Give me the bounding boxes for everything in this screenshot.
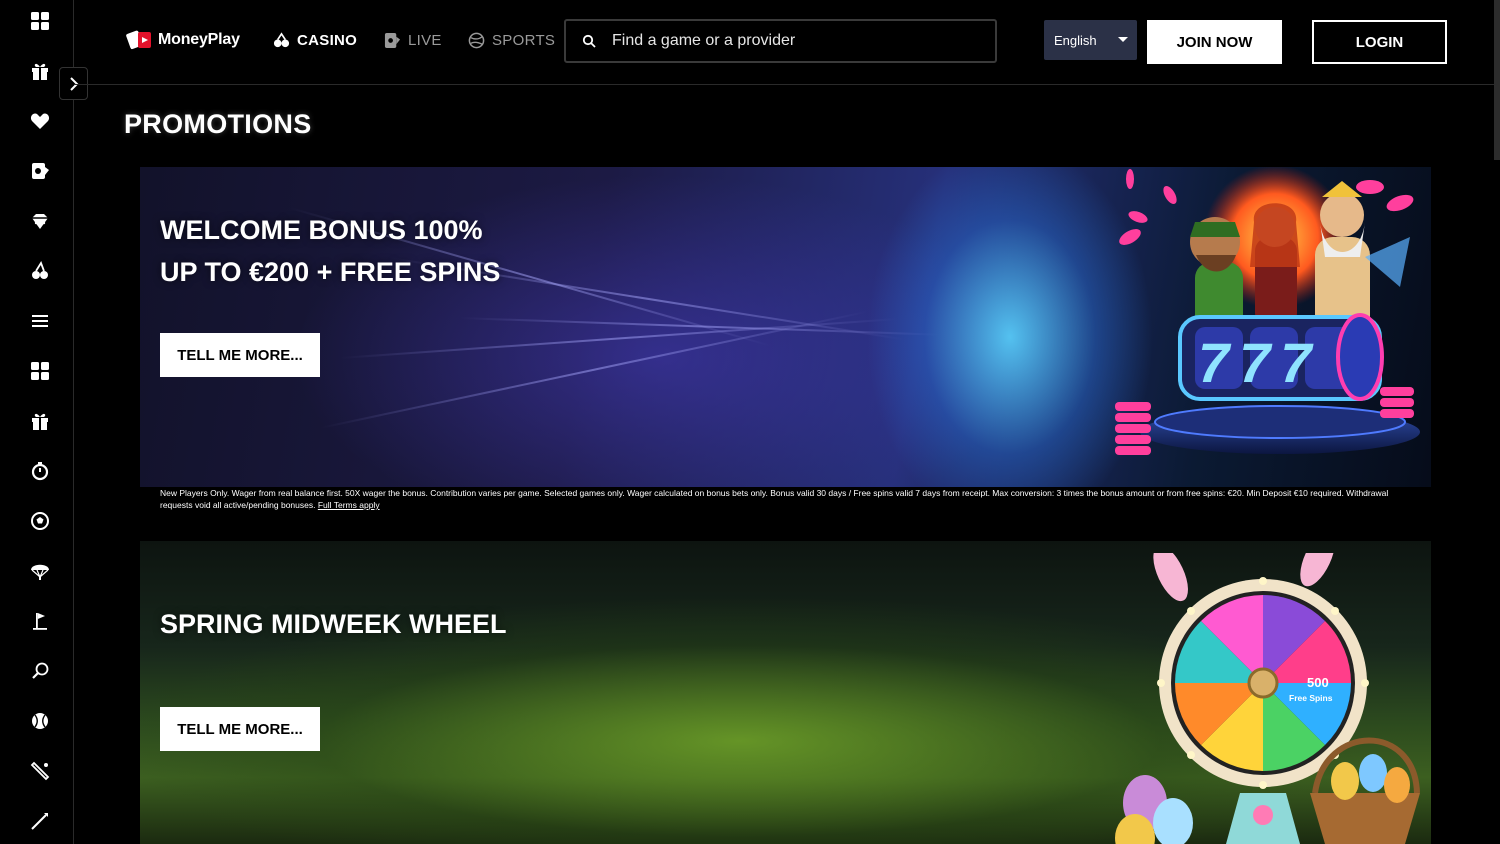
tell-me-more-button[interactable]: TELL ME MORE... (160, 707, 320, 751)
search-icon (582, 34, 596, 48)
full-terms-link[interactable]: Full Terms apply (318, 500, 380, 510)
search-box[interactable] (564, 19, 997, 63)
logo-mark-icon (126, 29, 154, 51)
sidebar (0, 0, 74, 844)
promo-heading: SPRING MIDWEEK WHEEL (160, 609, 507, 639)
live-card-icon (384, 32, 401, 49)
stopwatch-icon[interactable] (26, 457, 54, 485)
bat-icon[interactable] (26, 757, 54, 785)
nav-casino[interactable]: CASINO (273, 32, 357, 49)
nav-sports[interactable]: SPORTS (468, 32, 555, 49)
wheel-center-sub: Free Spins (1289, 693, 1333, 703)
grid-icon[interactable] (26, 357, 54, 385)
sports-ball-icon (468, 32, 485, 49)
promo-terms: New Players Only. Wager from real balanc… (160, 487, 1420, 511)
login-button[interactable]: LOGIN (1312, 20, 1447, 64)
nav-live-label: LIVE (408, 32, 442, 49)
football-icon[interactable] (26, 507, 54, 535)
logo-text: MoneyPlay (158, 31, 240, 48)
gift-icon[interactable] (26, 57, 54, 85)
gift-icon[interactable] (26, 407, 54, 435)
wheel-center-value: 500 (1307, 675, 1329, 690)
promo-heading-line1: WELCOME BONUS 100% (160, 215, 483, 245)
nav-sports-label: SPORTS (492, 32, 556, 49)
baseball-icon[interactable] (26, 707, 54, 735)
slot-machine-characters-image: 777 (1115, 167, 1420, 455)
page-title: PROMOTIONS (124, 109, 312, 139)
promo-heading-line2: UP TO €200 + FREE SPINS (160, 257, 501, 287)
cherries-icon[interactable] (26, 257, 54, 285)
language-select[interactable]: English (1044, 20, 1137, 60)
promo-card-welcome: WELCOME BONUS 100% UP TO €200 + FREE SPI… (140, 167, 1431, 487)
parachute-icon[interactable] (26, 557, 54, 585)
join-now-button[interactable]: JOIN NOW (1147, 20, 1282, 64)
promo-heading: WELCOME BONUS 100% UP TO €200 + FREE SPI… (160, 209, 500, 293)
heart-icon[interactable] (26, 107, 54, 135)
caret-down-icon (1118, 37, 1128, 42)
grid-icon[interactable] (26, 7, 54, 35)
scrollbar[interactable] (1494, 0, 1500, 160)
search-input[interactable] (610, 31, 974, 51)
diamond-icon[interactable] (26, 207, 54, 235)
menu-icon[interactable] (26, 307, 54, 335)
prize-wheel-image: 500 Free Spins (1115, 553, 1420, 844)
badminton-icon[interactable] (26, 657, 54, 685)
golf-icon[interactable] (26, 607, 54, 635)
javelin-icon[interactable] (26, 807, 54, 835)
live-card-icon[interactable] (26, 157, 54, 185)
language-value: English (1054, 32, 1097, 48)
nav-casino-label: CASINO (297, 32, 358, 49)
slot-reels-text: 777 (1198, 331, 1321, 394)
top-header: MoneyPlay CASINO LIVE SPORTS English JOI… (74, 0, 1500, 85)
logo[interactable]: MoneyPlay (126, 29, 240, 51)
tell-me-more-button[interactable]: TELL ME MORE... (160, 333, 320, 377)
nav-live[interactable]: LIVE (384, 32, 442, 49)
promo-card-spring-wheel: SPRING MIDWEEK WHEEL TELL ME MORE... 500… (140, 541, 1431, 844)
cherries-icon (273, 32, 290, 48)
